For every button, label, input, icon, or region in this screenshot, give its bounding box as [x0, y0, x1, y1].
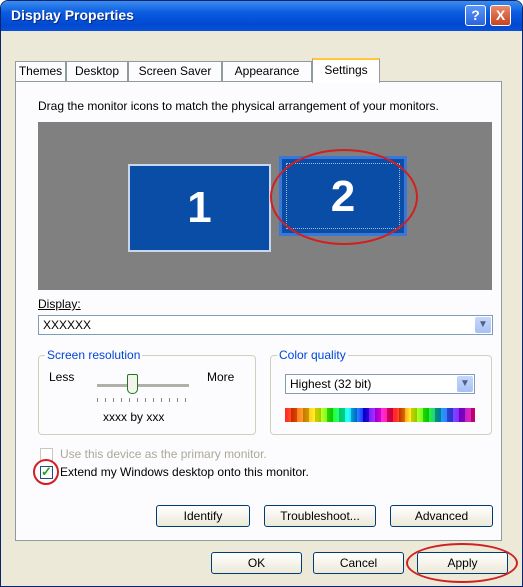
screen-resolution-group: Screen resolution Less More xxxx by xxx — [38, 348, 256, 435]
monitor-1-icon[interactable]: 1 — [128, 164, 271, 252]
resolution-more-label: More — [207, 370, 235, 384]
monitor-arrangement-area[interactable]: 1 2 — [38, 122, 492, 290]
extend-desktop-checkbox[interactable] — [40, 464, 53, 480]
cancel-button[interactable]: Cancel — [313, 552, 404, 574]
display-label: Display: — [38, 297, 81, 311]
close-button[interactable]: X — [490, 5, 511, 26]
title-bar[interactable]: Display Properties ? X — [1, 1, 522, 31]
chevron-down-icon[interactable]: ▼ — [475, 317, 491, 333]
color-quality-group: Color quality Highest (32 bit) ▼ — [270, 348, 492, 435]
display-select[interactable]: XXXXXX ▼ — [38, 315, 493, 335]
help-button[interactable]: ? — [465, 5, 486, 26]
tab-desktop[interactable]: Desktop — [66, 61, 128, 81]
instruction-text: Drag the monitor icons to match the phys… — [38, 99, 439, 113]
window-title: Display Properties — [11, 7, 134, 23]
color-quality-select[interactable]: Highest (32 bit) ▼ — [285, 374, 475, 394]
display-properties-window: Display Properties ? X Themes Desktop Sc… — [0, 0, 523, 587]
tab-screen-saver[interactable]: Screen Saver — [128, 61, 222, 81]
tab-appearance[interactable]: Appearance — [222, 61, 312, 81]
resolution-slider-track[interactable] — [97, 384, 189, 388]
advanced-button[interactable]: Advanced — [390, 505, 493, 527]
ok-button[interactable]: OK — [211, 552, 302, 574]
extend-desktop-label: Extend my Windows desktop onto this moni… — [60, 465, 309, 479]
settings-panel: Drag the monitor icons to match the phys… — [15, 81, 502, 541]
primary-monitor-label: Use this device as the primary monitor. — [60, 447, 267, 461]
tab-themes[interactable]: Themes — [15, 61, 66, 81]
monitor-2-icon[interactable]: 2 — [279, 156, 407, 236]
apply-button[interactable]: Apply — [417, 552, 508, 574]
primary-monitor-checkbox[interactable] — [40, 448, 53, 461]
tab-settings[interactable]: Settings — [312, 58, 380, 83]
color-spectrum-bar — [285, 408, 475, 422]
monitor-2-label: 2 — [330, 172, 356, 221]
screen-resolution-title: Screen resolution — [45, 348, 143, 362]
display-value: XXXXXX — [43, 318, 92, 332]
color-quality-title: Color quality — [277, 348, 348, 362]
troubleshoot-button[interactable]: Troubleshoot... — [264, 505, 376, 527]
resolution-slider-thumb[interactable] — [127, 374, 138, 394]
resolution-slider-ticks — [97, 398, 189, 402]
color-quality-value: Highest (32 bit) — [290, 377, 372, 391]
identify-button[interactable]: Identify — [156, 505, 250, 527]
resolution-less-label: Less — [49, 370, 75, 384]
resolution-value: xxxx by xxx — [103, 410, 165, 424]
chevron-down-icon[interactable]: ▼ — [457, 376, 473, 392]
